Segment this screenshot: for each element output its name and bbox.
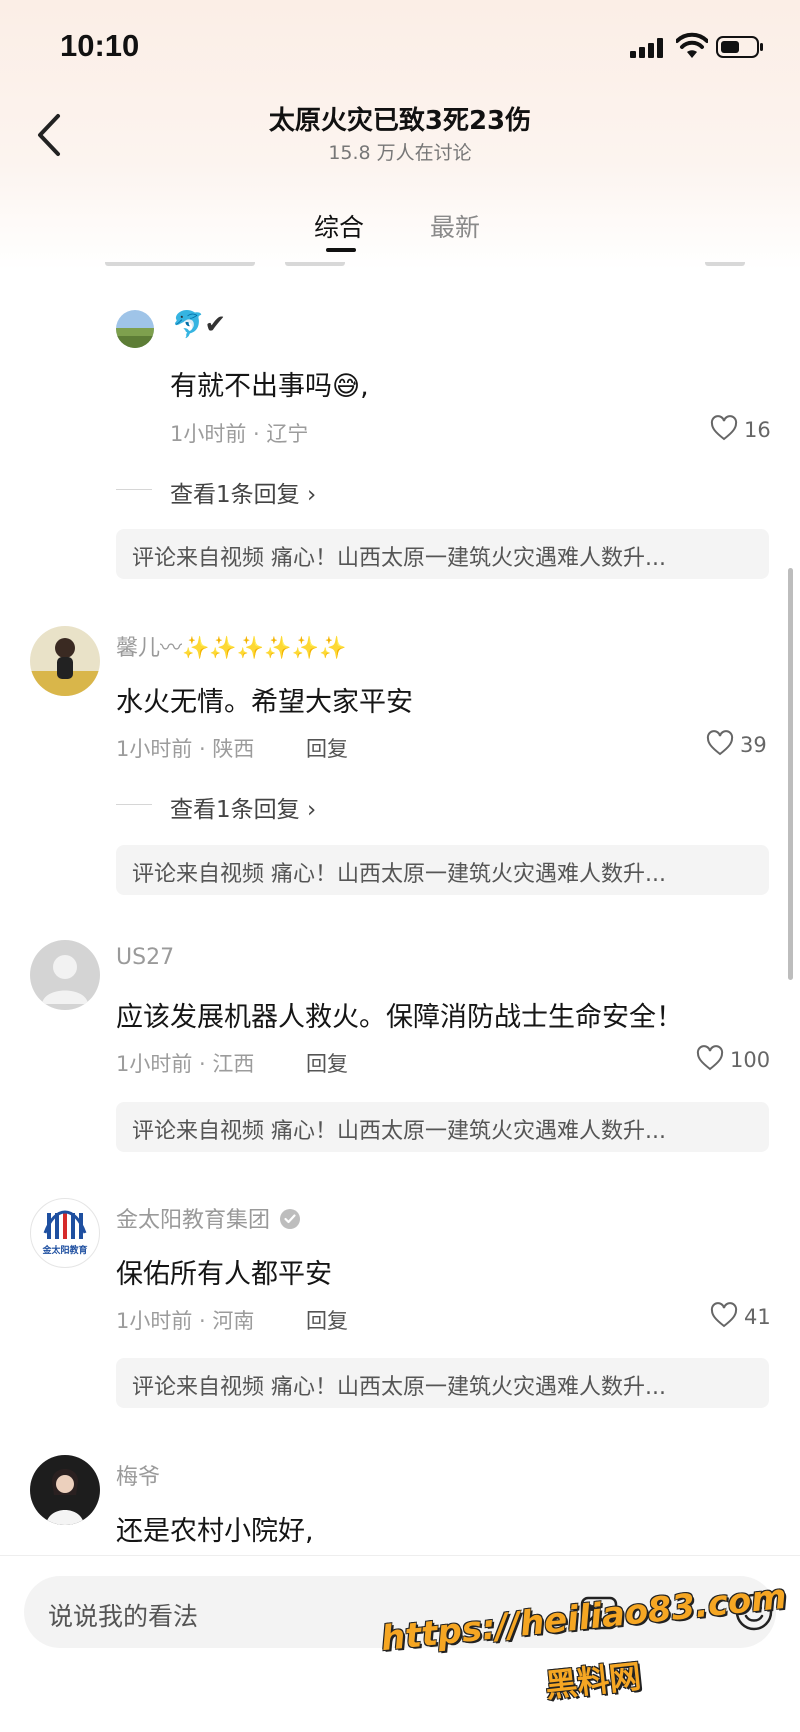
like-count: 39 xyxy=(740,733,767,757)
like-count: 41 xyxy=(744,1305,771,1329)
battery-icon xyxy=(716,36,763,58)
commenter-name[interactable]: US27 xyxy=(116,945,174,970)
comment-meta: 1小时前 · 河南 xyxy=(116,1309,255,1333)
avatar[interactable]: 金太阳教育 xyxy=(30,1198,100,1268)
like-button[interactable]: 100 xyxy=(696,1045,776,1076)
watermark-name: 黑料网 xyxy=(543,1657,643,1705)
active-tab-indicator xyxy=(326,248,356,252)
view-replies-link[interactable]: 查看1条回复 › xyxy=(170,790,316,824)
like-button[interactable]: 41 xyxy=(710,1302,771,1333)
video-source-box[interactable]: 评论来自视频 痛心！山西太原一建筑火灾遇难人数升... xyxy=(116,1358,769,1408)
scrollbar[interactable] xyxy=(788,568,793,980)
commenter-name[interactable]: 🐬✔ xyxy=(172,310,226,340)
cellular-signal-icon xyxy=(630,38,670,58)
like-count: 16 xyxy=(744,418,771,442)
tab-comprehensive[interactable]: 综合 xyxy=(314,208,364,244)
topic-header: 太原火灾已致3死23伤 15.8 万人在讨论 xyxy=(0,90,800,170)
avatar[interactable] xyxy=(30,940,100,1010)
video-source-text: 评论来自视频 痛心！山西太原一建筑火灾遇难人数升... xyxy=(132,1375,666,1400)
heart-icon xyxy=(696,1045,724,1071)
watermark-url: https://heiliao83.com xyxy=(379,1576,789,1660)
comment-text: 水火无情。希望大家平安 xyxy=(116,687,413,718)
watermark: https://heiliao83.com 黑料网 xyxy=(379,1570,788,1720)
like-count: 100 xyxy=(730,1048,771,1072)
heart-icon xyxy=(710,415,738,441)
avatar[interactable] xyxy=(30,1455,100,1525)
commenter-name-text: 金太阳教育集团 xyxy=(116,1208,271,1233)
video-source-box[interactable]: 评论来自视频 痛心！山西太原一建筑火灾遇难人数升... xyxy=(116,1102,769,1152)
video-source-text: 评论来自视频 痛心！山西太原一建筑火灾遇难人数升... xyxy=(132,1119,666,1144)
video-source-text: 评论来自视频 痛心！山西太原一建筑火灾遇难人数升... xyxy=(132,546,666,571)
reply-button[interactable]: 回复 xyxy=(306,1305,348,1335)
avatar[interactable] xyxy=(30,626,100,696)
tab-latest[interactable]: 最新 xyxy=(430,208,480,244)
heart-icon xyxy=(706,730,734,756)
comment-text: 保佑所有人都平安 xyxy=(116,1259,332,1290)
comment-input-placeholder: 说说我的看法 xyxy=(48,1602,199,1631)
view-replies-divider xyxy=(116,489,152,490)
reply-button[interactable]: 回复 xyxy=(306,733,348,763)
video-source-box[interactable]: 评论来自视频 痛心！山西太原一建筑火灾遇难人数升... xyxy=(116,529,769,579)
video-source-box[interactable]: 评论来自视频 痛心！山西太原一建筑火灾遇难人数升... xyxy=(116,845,769,895)
avatar-logo-text: 金太阳教育 xyxy=(42,1246,88,1256)
comment-text: 有就不出事吗😅, xyxy=(170,371,369,402)
status-bar: 10:10 xyxy=(0,0,800,90)
tab-bar: 综合 最新 xyxy=(0,200,800,260)
commenter-name[interactable]: 馨儿〰✨✨✨✨✨✨ xyxy=(116,630,346,662)
comment-text: 还是农村小院好, xyxy=(116,1516,314,1547)
wifi-icon xyxy=(676,32,708,58)
like-button[interactable]: 16 xyxy=(710,415,771,446)
comment-meta: 1小时前 · 辽宁 xyxy=(170,422,309,446)
video-source-text: 评论来自视频 痛心！山西太原一建筑火灾遇难人数升... xyxy=(132,862,666,887)
avatar[interactable] xyxy=(116,310,154,348)
commenter-name[interactable]: 金太阳教育集团 xyxy=(116,1202,301,1234)
heart-icon xyxy=(710,1302,738,1328)
status-time: 10:10 xyxy=(60,28,140,63)
like-button[interactable]: 39 xyxy=(706,730,770,761)
view-replies-divider xyxy=(116,804,152,805)
reply-button[interactable]: 回复 xyxy=(306,1048,348,1078)
comment-meta: 1小时前 · 陕西 xyxy=(116,737,255,761)
comment-meta: 1小时前 · 江西 xyxy=(116,1052,255,1076)
commenter-name[interactable]: 梅爷 xyxy=(116,1459,160,1491)
page-title: 太原火灾已致3死23伤 xyxy=(268,106,532,136)
view-replies-link[interactable]: 查看1条回复 › xyxy=(170,475,316,509)
comment-text: 应该发展机器人救火。保障消防战士生命安全！ xyxy=(116,1002,683,1033)
clipped-previous-row xyxy=(105,262,765,270)
verified-badge-icon xyxy=(280,1209,301,1229)
discussion-count: 15.8 万人在讨论 xyxy=(328,142,472,164)
